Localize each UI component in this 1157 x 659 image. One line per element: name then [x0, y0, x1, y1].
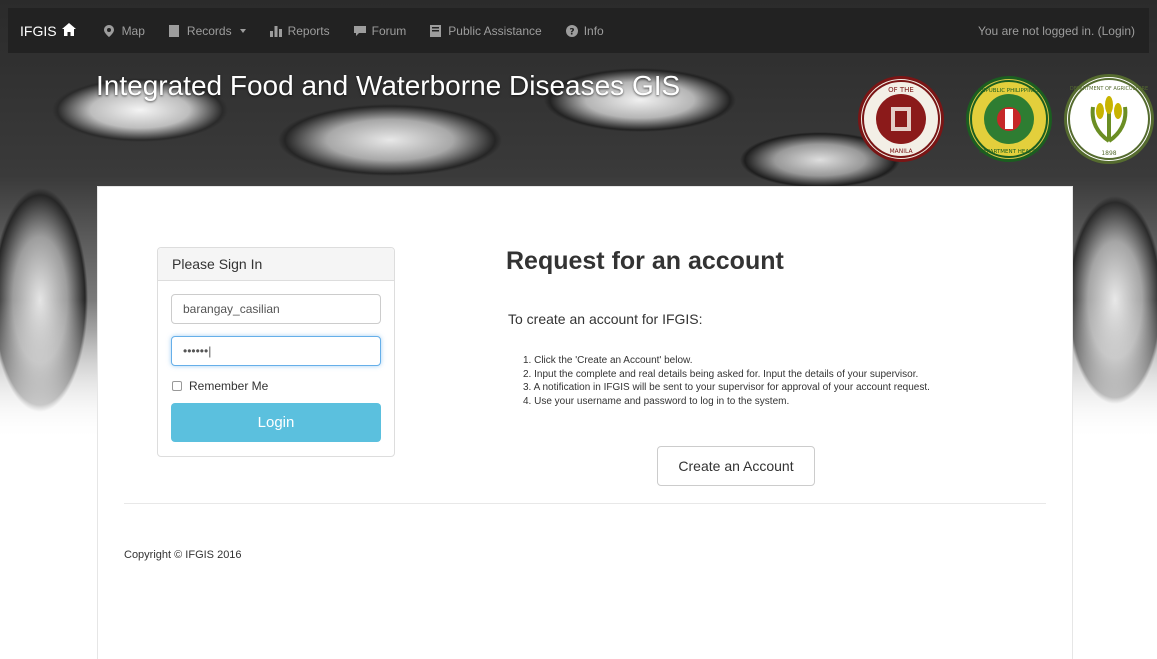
login-box: Please Sign In barangay_casilian ••••••|…: [157, 247, 395, 457]
request-steps-list: 1. Click the 'Create an Account' below. …: [523, 354, 930, 408]
up-seal-bottom-text: MANILA: [889, 148, 913, 155]
doh-seal-top-text: REPUBLIC PHILIPPINES: [978, 88, 1040, 94]
remember-me-checkbox[interactable]: [172, 381, 182, 391]
svg-text:?: ?: [569, 27, 574, 37]
top-navbar: IFGIS Map Records Reports Forum Public A…: [8, 8, 1149, 53]
book-icon: [430, 24, 442, 37]
da-seal: DEPARTMENT OF AGRICULTURE 1898: [1064, 74, 1154, 164]
nav-forum-label: Forum: [371, 23, 407, 38]
brand-link[interactable]: IFGIS: [8, 22, 92, 39]
login-button[interactable]: Login: [171, 403, 381, 442]
create-account-button[interactable]: Create an Account: [657, 446, 815, 486]
password-input[interactable]: ••••••|: [171, 336, 381, 366]
brand-label: IFGIS: [20, 22, 57, 39]
nav-reports[interactable]: Reports: [258, 8, 342, 53]
copyright-text: Copyright © IFGIS 2016: [124, 549, 242, 561]
doh-seal: REPUBLIC PHILIPPINES DEPARTMENT HEALTH: [966, 76, 1052, 162]
remember-me-label: Remember Me: [189, 379, 269, 393]
up-seal-top-text: OF THE: [888, 86, 914, 94]
home-icon: [61, 22, 76, 39]
login-heading: Please Sign In: [158, 248, 394, 281]
da-seal-bottom-text: 1898: [1101, 150, 1116, 157]
list-item: 2. Input the complete and real details b…: [523, 368, 919, 380]
username-input[interactable]: barangay_casilian: [171, 294, 381, 324]
login-status-link[interactable]: You are not logged in. (Login): [978, 24, 1149, 38]
question-circle-icon: ?: [565, 24, 578, 37]
nav-map[interactable]: Map: [92, 8, 157, 53]
list-item: 1. Click the 'Create an Account' below.: [523, 355, 693, 366]
list-item: 4. Use your username and password to log…: [523, 395, 790, 407]
request-account-subtitle: To create an account for IFGIS:: [508, 311, 703, 327]
map-marker-icon: [103, 24, 116, 37]
nav-public-assistance[interactable]: Public Assistance: [418, 8, 553, 53]
nav-records-label: Records: [186, 23, 232, 38]
nav-info[interactable]: ? Info: [554, 8, 616, 53]
list-item: 3. A notification in IFGIS will be sent …: [523, 382, 930, 393]
site-title: Integrated Food and Waterborne Diseases …: [96, 70, 681, 101]
nav-forum[interactable]: Forum: [342, 8, 419, 53]
footer-divider: [124, 503, 1046, 504]
file-icon: [168, 24, 181, 37]
chevron-down-icon: [239, 28, 246, 33]
main-panel: Please Sign In barangay_casilian ••••••|…: [97, 186, 1073, 659]
request-account-title: Request for an account: [506, 247, 784, 275]
up-manila-seal: OF THE MANILA: [858, 76, 944, 162]
comment-icon: [353, 25, 366, 37]
nav-reports-label: Reports: [287, 23, 330, 38]
nav-records[interactable]: Records: [157, 8, 258, 53]
remember-me-row[interactable]: Remember Me: [172, 379, 268, 393]
nav-info-label: Info: [583, 23, 604, 38]
doh-seal-bottom-text: DEPARTMENT HEALTH: [979, 149, 1039, 155]
nav-map-label: Map: [121, 23, 145, 38]
da-seal-top-text: DEPARTMENT OF AGRICULTURE: [1070, 86, 1148, 92]
bar-chart-icon: [269, 25, 282, 37]
nav-public-assistance-label: Public Assistance: [448, 23, 542, 38]
